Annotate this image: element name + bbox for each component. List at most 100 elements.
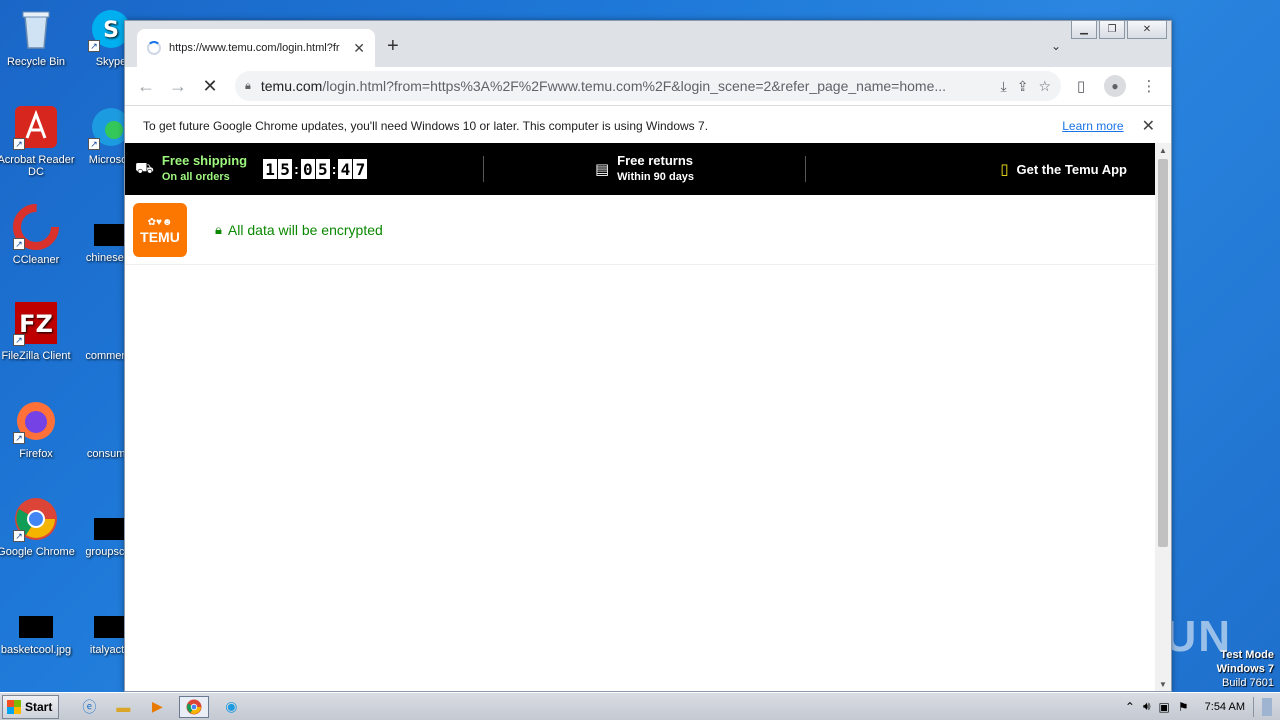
chrome-window: ▁ ❐ ✕ https://www.temu.com/login.html?fr… xyxy=(124,20,1172,692)
title-bar: ▁ ❐ ✕ https://www.temu.com/login.html?fr… xyxy=(125,21,1171,67)
start-button[interactable]: Start xyxy=(2,694,60,719)
media-player-taskbar-icon[interactable]: ▶ xyxy=(145,696,169,718)
shipping-text: Free shipping On all orders xyxy=(162,152,247,186)
side-panel-icon[interactable]: ▯ xyxy=(1067,72,1095,100)
image-file-icon xyxy=(19,616,53,638)
shortcut-arrow-icon: ↗ xyxy=(13,138,25,150)
scroll-thumb[interactable] xyxy=(1158,159,1168,547)
scroll-down-arrow-icon[interactable]: ▼ xyxy=(1155,677,1171,691)
shortcut-arrow-icon: ↗ xyxy=(13,238,25,250)
browser-toolbar: ← → ✕ 🔒︎ temu.com/login.html?from=https%… xyxy=(125,67,1171,105)
learn-more-link[interactable]: Learn more xyxy=(1062,119,1123,133)
acrobat-icon: ↗ xyxy=(13,104,59,150)
bookmark-star-icon[interactable]: ☆ xyxy=(1038,78,1051,95)
page-content: ⛟ Free shipping On all orders 1 5 : 0 5 … xyxy=(125,143,1155,691)
tab-title: https://www.temu.com/login.html?fr xyxy=(169,42,340,54)
free-shipping-promo[interactable]: ⛟ Free shipping On all orders 1 5 : 0 5 … xyxy=(125,143,483,195)
timer-digit: 5 xyxy=(315,159,330,179)
tray-expand-icon[interactable]: ⌃ xyxy=(1125,700,1135,714)
share-icon[interactable]: ⇪ xyxy=(1017,78,1029,95)
shipping-title: Free shipping xyxy=(161,153,248,168)
desktop-icon-label: Recycle Bin xyxy=(6,56,66,68)
desktop-icon-ccleaner[interactable]: ↗ CCleaner xyxy=(0,204,75,266)
lock-icon[interactable]: 🔒︎ xyxy=(245,80,251,93)
url-text[interactable]: temu.com/login.html?from=https%3A%2F%2Fw… xyxy=(261,78,991,94)
address-bar[interactable]: 🔒︎ temu.com/login.html?from=https%3A%2F%… xyxy=(235,71,1061,101)
url-host: temu.com xyxy=(260,78,323,94)
stop-loading-button[interactable]: ✕ xyxy=(197,73,223,99)
desktop-icon-recycle-bin[interactable]: Recycle Bin xyxy=(0,6,75,68)
windows-flag-icon xyxy=(7,699,21,714)
get-app-promo[interactable]: ▯ Get the Temu App xyxy=(806,143,1155,195)
desktop-icon-basketcool[interactable]: basketcool.jpg xyxy=(0,604,75,656)
desktop-icon-label: FileZilla Client xyxy=(1,350,71,362)
desktop-icon-label: Firefox xyxy=(19,448,53,460)
firefox-icon: ↗ xyxy=(13,398,59,444)
back-button[interactable]: ← xyxy=(133,73,159,99)
install-app-icon[interactable]: ⤓ xyxy=(1001,78,1007,95)
clock[interactable]: 7:54 AM xyxy=(1205,701,1245,713)
desktop-icon-label: Acrobat Reader DC xyxy=(0,154,75,178)
close-window-button[interactable]: ✕ xyxy=(1127,21,1167,39)
desktop-icon-chrome[interactable]: ↗ Google Chrome xyxy=(0,496,75,558)
timer-colon: : xyxy=(331,161,337,177)
minimize-button[interactable]: ▁ xyxy=(1071,21,1097,39)
scroll-up-arrow-icon[interactable]: ▲ xyxy=(1155,143,1171,157)
timer-digit: 5 xyxy=(278,159,293,179)
tab-close-icon[interactable]: ✕ xyxy=(353,40,365,57)
browser-tab[interactable]: https://www.temu.com/login.html?fr ✕ xyxy=(137,29,375,67)
explorer-taskbar-icon[interactable]: ▬ xyxy=(111,696,135,718)
svg-text:S: S xyxy=(103,18,119,43)
show-desktop-button[interactable] xyxy=(1262,697,1272,716)
test-mode-line: Test Mode xyxy=(1220,649,1274,661)
file-icon xyxy=(94,420,128,442)
file-icon xyxy=(94,224,128,246)
timer-digit: 1 xyxy=(263,159,278,179)
shortcut-arrow-icon: ↗ xyxy=(88,138,100,150)
login-header: ✿♥☻ TEMU 🔒︎ All data will be encrypted xyxy=(125,195,1155,265)
chrome-menu-icon[interactable]: ⋮ xyxy=(1135,72,1163,100)
url-path: /login.html?from=https%3A%2F%2Fwww.temu.… xyxy=(322,78,947,94)
logo-text: TEMU xyxy=(140,228,180,245)
file-icon xyxy=(94,616,128,638)
restore-button[interactable]: ❐ xyxy=(1099,21,1125,39)
shortcut-arrow-icon: ↗ xyxy=(88,40,100,52)
desktop-icon-label: CCleaner xyxy=(12,254,60,266)
desktop-icon-firefox[interactable]: ↗ Firefox xyxy=(0,398,75,460)
countdown-timer: 1 5 : 0 5 : 4 7 xyxy=(263,159,368,179)
pinned-apps: ⓔ ▬ ▶ ◉ xyxy=(77,695,243,718)
truck-icon: ⛟ xyxy=(135,159,154,177)
tab-search-chevron-icon[interactable]: ⌄ xyxy=(1051,39,1061,53)
page-scrollbar[interactable]: ▲ ▼ xyxy=(1155,143,1171,691)
filezilla-icon: FZ ↗ xyxy=(13,300,59,346)
file-icon xyxy=(94,322,128,344)
chrome-taskbar-icon[interactable] xyxy=(179,695,210,718)
timer-digit: 0 xyxy=(300,159,315,179)
taskbar: Start ⓔ ▬ ▶ ◉ ⌃ 🔊︎ ▣ ⚑ 7:54 AM xyxy=(0,692,1280,720)
loading-spinner-icon xyxy=(147,41,161,55)
recycle-bin-icon xyxy=(13,6,59,52)
file-icon xyxy=(94,518,128,540)
edge-taskbar-icon[interactable]: ◉ xyxy=(219,696,243,718)
new-tab-button[interactable]: + xyxy=(387,35,399,58)
free-returns-promo[interactable]: ▤ Free returns Within 90 days xyxy=(484,143,805,195)
shortcut-arrow-icon: ↗ xyxy=(13,432,25,444)
shortcut-arrow-icon: ↗ xyxy=(13,530,25,542)
network-icon[interactable]: ▣ xyxy=(1159,700,1170,714)
infobar-close-icon[interactable]: ✕ xyxy=(1142,116,1155,136)
promo-banner: ⛟ Free shipping On all orders 1 5 : 0 5 … xyxy=(125,143,1155,195)
profile-button[interactable]: ● xyxy=(1101,72,1129,100)
volume-icon[interactable]: 🔊︎ xyxy=(1143,699,1151,714)
forward-button[interactable]: → xyxy=(165,73,191,99)
window-controls: ▁ ❐ ✕ xyxy=(1071,21,1167,39)
desktop-icon-acrobat[interactable]: ↗ Acrobat Reader DC xyxy=(0,104,75,178)
encryption-notice: 🔒︎ All data will be encrypted xyxy=(215,222,383,238)
action-center-flag-icon[interactable]: ⚑ xyxy=(1178,700,1189,714)
temu-logo[interactable]: ✿♥☻ TEMU xyxy=(133,202,187,257)
shipping-subtitle: On all orders xyxy=(161,171,230,183)
desktop-icon-filezilla[interactable]: FZ ↗ FileZilla Client xyxy=(0,300,75,362)
show-desktop-divider xyxy=(1253,696,1254,717)
ie-taskbar-icon[interactable]: ⓔ xyxy=(77,696,101,718)
phone-icon: ▯ xyxy=(1000,161,1009,178)
chrome-icon: ↗ xyxy=(13,496,59,542)
